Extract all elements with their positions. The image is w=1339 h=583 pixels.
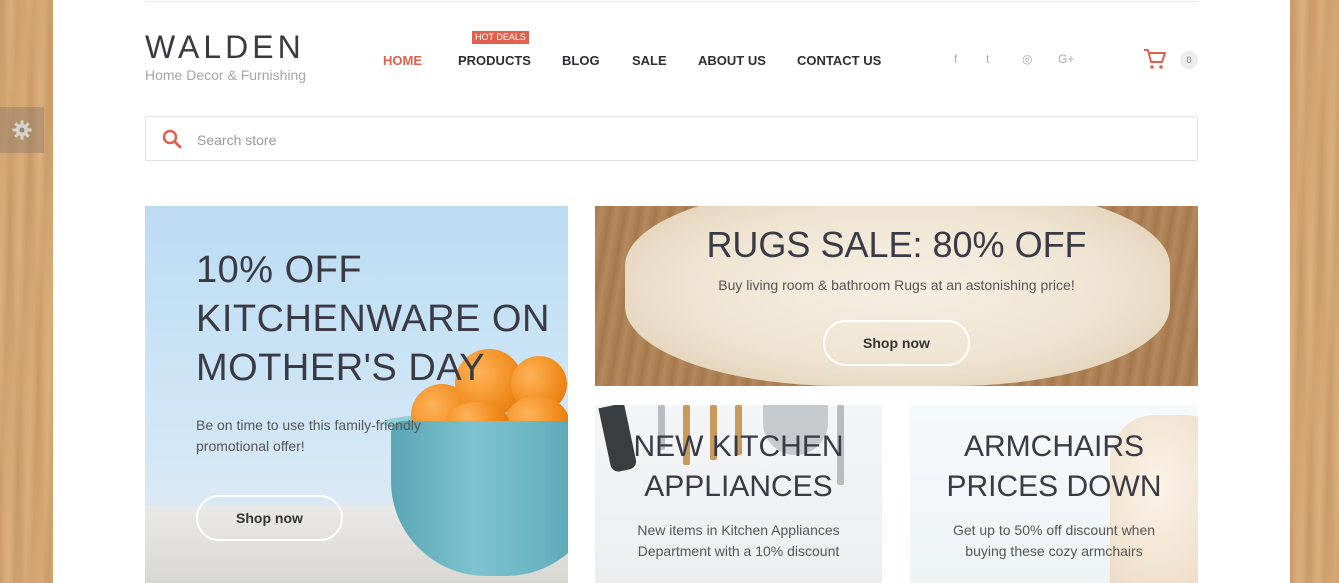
cart-count-badge: 0 (1180, 51, 1198, 69)
hot-deals-badge: HOT DEALS (472, 31, 529, 44)
facebook-icon[interactable]: f (954, 52, 957, 66)
search-icon[interactable] (162, 129, 182, 149)
title-line: PRICES DOWN (946, 470, 1162, 503)
title-line: ARMCHAIRS (963, 430, 1144, 463)
banner-description: Get up to 50% off discount when buying t… (910, 520, 1198, 562)
brand-name: WALDEN (145, 29, 305, 65)
banner-title: NEW KITCHEN APPLIANCES (595, 427, 882, 507)
nav-products[interactable]: PRODUCTS (458, 53, 531, 68)
banner-kitchen-appliances[interactable]: NEW KITCHEN APPLIANCES New items in Kitc… (595, 405, 882, 583)
instagram-icon[interactable]: ◎ (1022, 52, 1032, 66)
search-bar (145, 116, 1198, 162)
nav-about-us[interactable]: ABOUT US (698, 53, 766, 68)
banner-title: RUGS SALE: 80% OFF (706, 224, 1087, 265)
title-line: MOTHER'S DAY (196, 347, 486, 389)
settings-panel-toggle[interactable] (0, 107, 44, 153)
title-line: 10% OFF (196, 249, 363, 291)
banner-kitchenware[interactable]: 10% OFF KITCHENWARE ON MOTHER'S DAY Be o… (145, 206, 568, 583)
nav-sale[interactable]: SALE (632, 53, 667, 68)
banner-description: Be on time to use this family-friendly p… (196, 417, 421, 454)
google-plus-icon[interactable]: G+ (1058, 52, 1074, 66)
banner-title: 10% OFF KITCHENWARE ON MOTHER'S DAY (196, 246, 556, 393)
banner-description: New items in Kitchen Appliances Departme… (595, 520, 882, 562)
shop-now-button[interactable]: Shop now (823, 320, 970, 366)
title-line: KITCHENWARE ON (196, 298, 550, 340)
nav-home[interactable]: HOME (383, 53, 422, 68)
gear-icon (12, 120, 32, 140)
brand-tagline: Home Decor & Furnishing (145, 67, 307, 83)
desc-line: New items in Kitchen Appliances (637, 522, 840, 538)
banner-title: ARMCHAIRS PRICES DOWN (910, 427, 1198, 507)
twitter-icon[interactable]: t (986, 52, 989, 66)
top-divider (145, 1, 1198, 2)
banner-description: Buy living room & bathroom Rugs at an as… (718, 277, 1075, 293)
cart-icon[interactable] (1143, 48, 1167, 70)
shop-now-button[interactable]: Shop now (196, 495, 343, 541)
banner-armchairs[interactable]: ARMCHAIRS PRICES DOWN Get up to 50% off … (910, 405, 1198, 583)
title-line: NEW KITCHEN (633, 430, 844, 463)
nav-blog[interactable]: BLOG (562, 53, 600, 68)
banner-rugs[interactable]: RUGS SALE: 80% OFF Buy living room & bat… (595, 206, 1198, 386)
desc-line: Get up to 50% off discount when (952, 522, 1156, 538)
desc-line: buying these cozy armchairs (965, 543, 1143, 559)
nav-contact-us[interactable]: CONTACT US (797, 53, 881, 68)
search-input[interactable] (195, 117, 1159, 162)
title-line: APPLIANCES (644, 470, 833, 503)
desc-line: Department with a 10% discount (637, 543, 840, 559)
page-container: WALDEN Home Decor & Furnishing HOT DEALS… (53, 0, 1290, 583)
logo[interactable]: WALDEN Home Decor & Furnishing (145, 29, 307, 83)
